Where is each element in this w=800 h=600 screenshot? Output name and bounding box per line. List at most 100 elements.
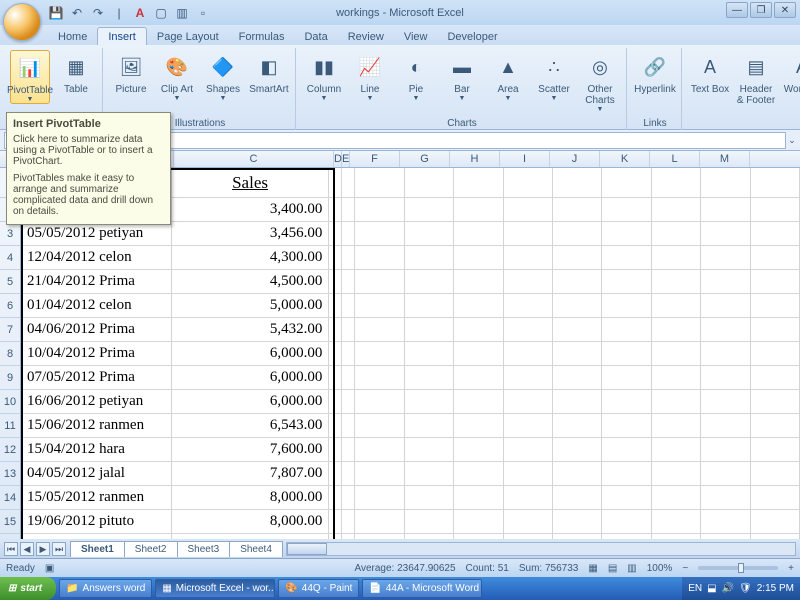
cell[interactable] bbox=[405, 318, 454, 341]
tab-insert[interactable]: Insert bbox=[97, 27, 147, 45]
cell[interactable] bbox=[405, 414, 454, 437]
col-header-F[interactable]: F bbox=[350, 151, 400, 167]
cell[interactable] bbox=[504, 414, 553, 437]
cell[interactable] bbox=[405, 168, 454, 197]
cell[interactable] bbox=[751, 294, 800, 317]
cell[interactable] bbox=[329, 390, 342, 413]
cell[interactable] bbox=[553, 246, 602, 269]
cell[interactable] bbox=[553, 270, 602, 293]
cell[interactable] bbox=[504, 198, 553, 221]
cell[interactable] bbox=[504, 246, 553, 269]
row-header-8[interactable]: 8 bbox=[0, 342, 20, 366]
row-header-9[interactable]: 9 bbox=[0, 366, 20, 390]
tab-developer[interactable]: Developer bbox=[437, 28, 507, 45]
cell[interactable] bbox=[329, 168, 342, 197]
hyperlink-button[interactable]: 🔗Hyperlink bbox=[635, 50, 675, 95]
cell[interactable] bbox=[329, 462, 342, 485]
cell[interactable] bbox=[602, 168, 651, 197]
cell[interactable] bbox=[454, 270, 503, 293]
cell-date-item[interactable]: 15/06/2012 ranmen bbox=[21, 414, 172, 437]
cell[interactable] bbox=[504, 390, 553, 413]
cell[interactable] bbox=[652, 510, 701, 533]
close-button[interactable]: ✕ bbox=[774, 2, 796, 18]
tray-lang[interactable]: EN bbox=[688, 583, 702, 594]
tab-page-layout[interactable]: Page Layout bbox=[147, 28, 229, 45]
row-header-14[interactable]: 14 bbox=[0, 486, 20, 510]
cell[interactable] bbox=[454, 198, 503, 221]
cell[interactable] bbox=[553, 486, 602, 509]
cell[interactable] bbox=[751, 270, 800, 293]
col-header-D[interactable]: D bbox=[334, 151, 342, 167]
cell[interactable] bbox=[504, 366, 553, 389]
cell[interactable] bbox=[355, 462, 404, 485]
cell[interactable] bbox=[405, 294, 454, 317]
cell[interactable] bbox=[602, 510, 651, 533]
row-header-6[interactable]: 6 bbox=[0, 294, 20, 318]
row-header-7[interactable]: 7 bbox=[0, 318, 20, 342]
col-header-L[interactable]: L bbox=[650, 151, 700, 167]
cell[interactable] bbox=[342, 246, 355, 269]
save-icon[interactable]: 💾 bbox=[48, 5, 64, 21]
cell[interactable] bbox=[329, 414, 342, 437]
col-header-G[interactable]: G bbox=[400, 151, 450, 167]
cell[interactable] bbox=[329, 246, 342, 269]
cell[interactable] bbox=[355, 366, 404, 389]
cell[interactable] bbox=[504, 462, 553, 485]
cell[interactable] bbox=[329, 510, 342, 533]
cell[interactable] bbox=[553, 168, 602, 197]
cell-date-item[interactable]: 21/04/2012 Prima bbox=[21, 270, 172, 293]
zoom-slider[interactable] bbox=[698, 566, 778, 570]
scatter-button[interactable]: ∴Scatter▼ bbox=[534, 50, 574, 102]
formula-input[interactable]: Date bbox=[121, 132, 786, 149]
line-button[interactable]: 📈Line▼ bbox=[350, 50, 390, 102]
cell[interactable] bbox=[355, 270, 404, 293]
row-header-5[interactable]: 5 bbox=[0, 270, 20, 294]
cell[interactable] bbox=[342, 510, 355, 533]
sheet-tab-sheet3[interactable]: Sheet3 bbox=[177, 541, 231, 557]
cell[interactable] bbox=[342, 198, 355, 221]
cell[interactable] bbox=[355, 486, 404, 509]
picture-button[interactable]: 🖼Picture bbox=[111, 50, 151, 95]
cell[interactable] bbox=[751, 486, 800, 509]
cell[interactable] bbox=[454, 222, 503, 245]
cell-sales[interactable]: 8,000.00 bbox=[172, 510, 330, 533]
cell-sales[interactable]: 3,456.00 bbox=[172, 222, 330, 245]
cell-sales[interactable]: 6,543.00 bbox=[172, 414, 330, 437]
tab-formulas[interactable]: Formulas bbox=[229, 28, 295, 45]
sheet-nav-first-icon[interactable]: ⏮ bbox=[4, 542, 18, 556]
cell[interactable] bbox=[701, 438, 750, 461]
cell[interactable] bbox=[454, 246, 503, 269]
tab-data[interactable]: Data bbox=[294, 28, 337, 45]
cell[interactable] bbox=[751, 366, 800, 389]
cell[interactable] bbox=[602, 366, 651, 389]
cell[interactable] bbox=[504, 222, 553, 245]
cell[interactable] bbox=[329, 198, 342, 221]
cell[interactable] bbox=[553, 462, 602, 485]
cell[interactable] bbox=[504, 438, 553, 461]
col-header-K[interactable]: K bbox=[600, 151, 650, 167]
cell[interactable] bbox=[652, 294, 701, 317]
cell[interactable] bbox=[751, 438, 800, 461]
cell[interactable] bbox=[701, 168, 750, 197]
cell[interactable] bbox=[701, 198, 750, 221]
row-header-13[interactable]: 13 bbox=[0, 462, 20, 486]
cell[interactable] bbox=[751, 342, 800, 365]
cell[interactable] bbox=[602, 294, 651, 317]
undo-icon[interactable]: ↶ bbox=[69, 5, 85, 21]
sheet-nav-last-icon[interactable]: ⏭ bbox=[52, 542, 66, 556]
sheet-tab-sheet4[interactable]: Sheet4 bbox=[229, 541, 283, 557]
cell[interactable] bbox=[602, 270, 651, 293]
tray-clock[interactable]: 2:15 PM bbox=[757, 583, 794, 594]
cell[interactable] bbox=[751, 318, 800, 341]
cell[interactable] bbox=[602, 342, 651, 365]
cell[interactable] bbox=[342, 222, 355, 245]
cell[interactable] bbox=[405, 342, 454, 365]
cell[interactable] bbox=[405, 510, 454, 533]
cell[interactable] bbox=[553, 318, 602, 341]
shapes-button[interactable]: 🔷Shapes▼ bbox=[203, 50, 243, 102]
cell[interactable] bbox=[355, 168, 404, 197]
cell[interactable] bbox=[405, 366, 454, 389]
cell[interactable] bbox=[454, 168, 503, 197]
cell[interactable] bbox=[329, 222, 342, 245]
cell[interactable] bbox=[602, 462, 651, 485]
